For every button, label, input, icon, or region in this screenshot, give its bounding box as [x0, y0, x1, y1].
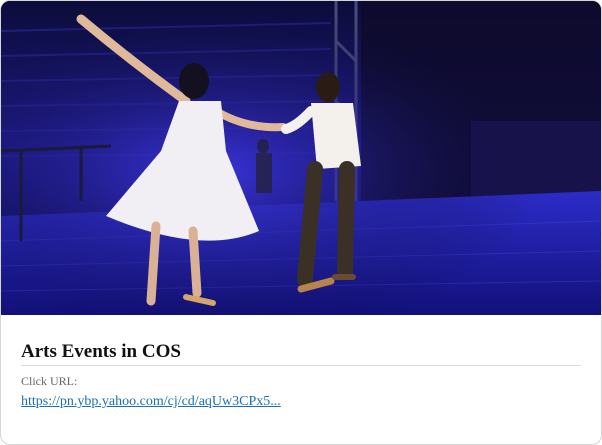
- click-url-label: Click URL:: [21, 374, 78, 388]
- event-card: Arts Events in COS Click URL: https://pn…: [0, 0, 602, 445]
- card-title: Arts Events in COS: [21, 341, 581, 366]
- click-url-link[interactable]: https://pn.ybp.yahoo.com/cj/cd/aqUw3CPx5…: [21, 393, 281, 410]
- event-photo[interactable]: [1, 1, 601, 315]
- card-body: Arts Events in COS Click URL: https://pn…: [21, 315, 581, 410]
